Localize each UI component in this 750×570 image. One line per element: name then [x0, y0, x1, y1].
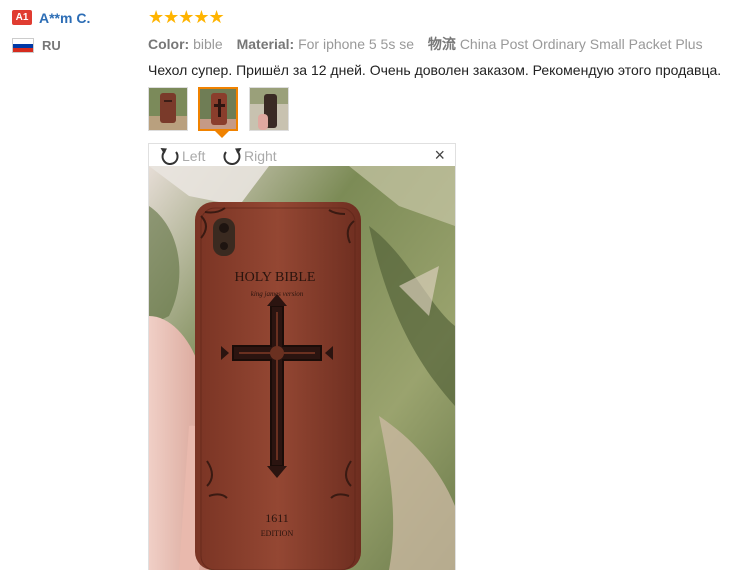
color-value: bible	[193, 36, 223, 52]
thumbnail-2[interactable]	[198, 87, 238, 131]
case-year: 1611	[265, 511, 289, 525]
viewer-toolbar: Left Right ×	[149, 144, 455, 166]
order-attributes: Color: bible Material: For iphone 5 5s s…	[148, 34, 748, 54]
feedback-text: Чехол супер. Пришёл за 12 дней. Очень до…	[148, 62, 722, 78]
reviewer-info: A1 A**m C. RU	[12, 9, 142, 55]
close-viewer-button[interactable]: ×	[434, 145, 445, 165]
star-rating: ★★★★★	[148, 7, 225, 27]
photo-thumbnails	[148, 87, 748, 138]
case-title: HOLY BIBLE	[235, 270, 316, 285]
rotate-right-icon	[223, 148, 242, 166]
thumbnail-1[interactable]	[148, 87, 188, 131]
logistics-label: 物流	[427, 36, 456, 52]
rotate-left-button[interactable]: Left	[159, 144, 205, 166]
rotate-right-button[interactable]: Right	[221, 144, 277, 166]
logistics-value: China Post Ordinary Small Packet Plus	[459, 36, 703, 52]
rotate-left-label: Left	[182, 148, 206, 165]
thumbnail-3[interactable]	[249, 87, 289, 131]
rank-badge: A1	[12, 10, 32, 26]
review-photo: HOLY BIBLE king james version 1611 EDITI…	[149, 166, 455, 570]
case-edition: EDITION	[261, 529, 294, 538]
color-label: Color:	[148, 36, 190, 52]
reviewer-country: RU	[12, 37, 142, 55]
reviewer-name-link[interactable]: A**m C.	[39, 10, 90, 26]
material-label: Material:	[236, 36, 295, 52]
material-value: For iphone 5 5s se	[298, 36, 415, 52]
russia-flag-icon	[12, 38, 34, 54]
photo-viewer: Left Right × HOLY BIBLE 1611 EDITION	[148, 143, 456, 570]
country-code: RU	[42, 38, 61, 54]
reviewer-header: A1 A**m C.	[12, 9, 142, 27]
active-thumbnail-pointer	[215, 131, 229, 138]
rotate-right-label: Right	[244, 148, 277, 165]
review-content: ★★★★★ Color: bible Material: For iphone …	[148, 7, 748, 138]
rotate-left-icon	[160, 148, 179, 166]
